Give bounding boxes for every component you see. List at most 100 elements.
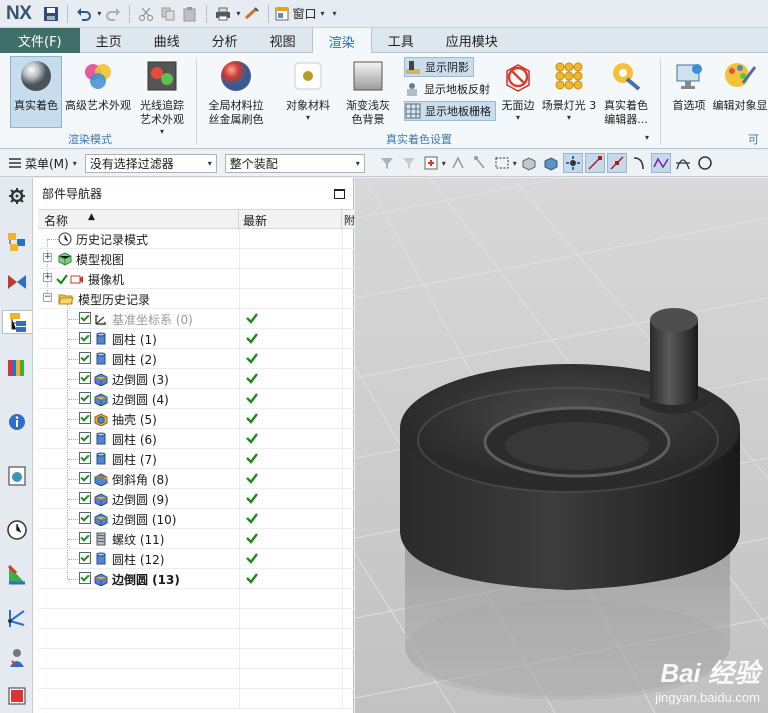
feature-row[interactable]: 倒斜角 (8) [38, 469, 354, 489]
tree-node-model-views[interactable]: + 模型视图 [38, 249, 354, 269]
arc-center-icon[interactable] [695, 153, 715, 173]
rectangle-select-icon[interactable] [492, 153, 512, 173]
no-face-edges-button[interactable]: 无面边 ▾ [498, 57, 538, 123]
feature-visibility-checkbox[interactable] [79, 532, 91, 544]
snap-icon[interactable] [448, 153, 468, 173]
scene-lights-button[interactable]: 场景灯光 3 ▾ [540, 57, 598, 123]
feature-visibility-checkbox[interactable] [79, 372, 91, 384]
filter-reset-icon[interactable] [399, 153, 419, 173]
feature-row[interactable]: 螺纹 (11) [38, 529, 354, 549]
feature-visibility-checkbox[interactable] [79, 392, 91, 404]
tab-file[interactable]: 文件(F) [0, 28, 80, 53]
history-clock-icon[interactable] [5, 518, 29, 542]
control-point-icon[interactable] [650, 153, 671, 173]
feature-row[interactable]: 边倒圆 (9) [38, 489, 354, 509]
feature-row[interactable]: 边倒圆 (4) [38, 389, 354, 409]
global-material-button[interactable]: 全局材料拉 丝金属刷色 [202, 57, 270, 127]
feature-visibility-checkbox[interactable] [79, 312, 91, 324]
preferences-button[interactable]: 首选项 [666, 57, 712, 113]
maximize-icon[interactable] [334, 188, 345, 199]
process-studio-icon[interactable] [5, 562, 29, 586]
group-expand-icon[interactable]: ▾ [645, 133, 649, 143]
feature-row[interactable]: 圆柱 (1) [38, 329, 354, 349]
true-shading-editor-button[interactable]: 真实着色 编辑器... [600, 57, 652, 127]
print-icon[interactable] [213, 4, 233, 24]
redo-icon[interactable] [103, 4, 123, 24]
feature-visibility-checkbox[interactable] [79, 352, 91, 364]
tab-home[interactable]: 主页 [80, 28, 138, 53]
graphics-window[interactable]: Bai 经验 jingyan.baidu.com [355, 178, 768, 713]
cut-icon[interactable] [136, 4, 156, 24]
column-name-header[interactable]: 名称 [44, 212, 68, 229]
role-icon[interactable] [5, 646, 29, 670]
tree-node-cameras[interactable]: + 摄像机 [38, 269, 354, 289]
feature-visibility-checkbox[interactable] [79, 412, 91, 424]
feature-row[interactable]: 圆柱 (7) [38, 449, 354, 469]
chevron-down-icon[interactable]: ▾ [442, 159, 446, 168]
object-material-button[interactable]: 对象材料 ▾ [282, 57, 334, 123]
feature-visibility-checkbox[interactable] [79, 512, 91, 524]
show-shadows-toggle[interactable]: 显示阴影 [404, 57, 474, 77]
menu-button[interactable]: 菜单(M) ▾ [8, 155, 77, 172]
show-floor-reflection-toggle[interactable]: 显示地板反射 [404, 79, 494, 99]
feature-row[interactable]: 圆柱 (12) [38, 549, 354, 569]
tab-tools[interactable]: 工具 [372, 28, 430, 53]
feature-visibility-checkbox[interactable] [79, 552, 91, 564]
column-divider[interactable] [341, 210, 342, 230]
window-menu[interactable]: 窗口 ▾ [275, 5, 324, 22]
tab-application[interactable]: 应用模块 [430, 28, 514, 53]
column-divider[interactable] [238, 210, 239, 230]
save-icon[interactable] [41, 4, 61, 24]
feature-visibility-checkbox[interactable] [79, 492, 91, 504]
tab-curve[interactable]: 曲线 [138, 28, 196, 53]
feature-visibility-checkbox[interactable] [79, 452, 91, 464]
pick-icon[interactable] [470, 153, 490, 173]
constraint-navigator-icon[interactable] [5, 270, 29, 294]
tab-view[interactable]: 视图 [254, 28, 312, 53]
intersection-icon[interactable] [673, 153, 693, 173]
reuse-library-icon[interactable] [5, 356, 29, 380]
feature-visibility-checkbox[interactable] [79, 432, 91, 444]
part-navigator-icon[interactable] [2, 310, 32, 334]
type-filter-dropdown[interactable]: 没有选择过滤器 ▾ [84, 153, 217, 173]
tree-node-model-history[interactable]: − 模型历史记录 [38, 289, 354, 309]
column-attach-header[interactable]: 附 [344, 212, 355, 228]
gear-icon[interactable] [5, 184, 29, 208]
manufacturing-wizard-icon[interactable] [5, 606, 29, 630]
mid-point-icon[interactable] [606, 153, 627, 173]
ray-traced-studio-button[interactable]: 光线追踪 艺术外观 ▾ [134, 57, 190, 137]
feature-row[interactable]: 抽壳 (5) [38, 409, 354, 429]
feature-row[interactable]: 边倒圆 (10) [38, 509, 354, 529]
assembly-navigator-icon[interactable] [5, 230, 29, 254]
feature-visibility-checkbox[interactable] [79, 572, 91, 584]
collapse-icon[interactable]: − [43, 293, 52, 302]
copy-icon[interactable] [158, 4, 178, 24]
gradient-background-button[interactable]: 渐变浅灰 色背景 [340, 57, 396, 127]
repeat-command-icon[interactable] [242, 4, 262, 24]
advanced-studio-button[interactable]: 高级艺术外观 [64, 57, 132, 113]
feature-visibility-checkbox[interactable] [79, 332, 91, 344]
selection-mode-icon[interactable] [421, 153, 441, 173]
print-dropdown-icon[interactable]: ▾ [236, 9, 240, 18]
paste-icon[interactable] [180, 4, 200, 24]
feature-row[interactable]: 圆柱 (2) [38, 349, 354, 369]
true-shading-button[interactable]: 真实着色 [10, 56, 62, 128]
expand-icon[interactable]: + [43, 253, 52, 262]
feature-row[interactable]: 基准坐标系 (0) [38, 309, 354, 329]
feature-visibility-checkbox[interactable] [79, 472, 91, 484]
undo-icon[interactable] [74, 4, 94, 24]
feature-row[interactable]: 边倒圆 (13) [38, 569, 354, 589]
feature-row[interactable]: 边倒圆 (3) [38, 369, 354, 389]
qat-customize-icon[interactable]: ▾ [332, 9, 336, 18]
feature-row[interactable]: 圆柱 (6) [38, 429, 354, 449]
tab-analysis[interactable]: 分析 [196, 28, 254, 53]
chevron-down-icon[interactable]: ▾ [513, 159, 517, 168]
undo-dropdown-icon[interactable]: ▾ [97, 9, 101, 18]
hd3d-tools-icon[interactable] [5, 410, 29, 434]
expand-icon[interactable]: + [43, 273, 52, 282]
web-browser-icon[interactable] [5, 464, 29, 488]
curve-point-icon[interactable] [629, 153, 649, 173]
tab-render[interactable]: 渲染 [311, 28, 372, 54]
tree-node-history-mode[interactable]: 历史记录模式 [38, 229, 354, 249]
column-latest-header[interactable]: 最新 [243, 212, 267, 229]
